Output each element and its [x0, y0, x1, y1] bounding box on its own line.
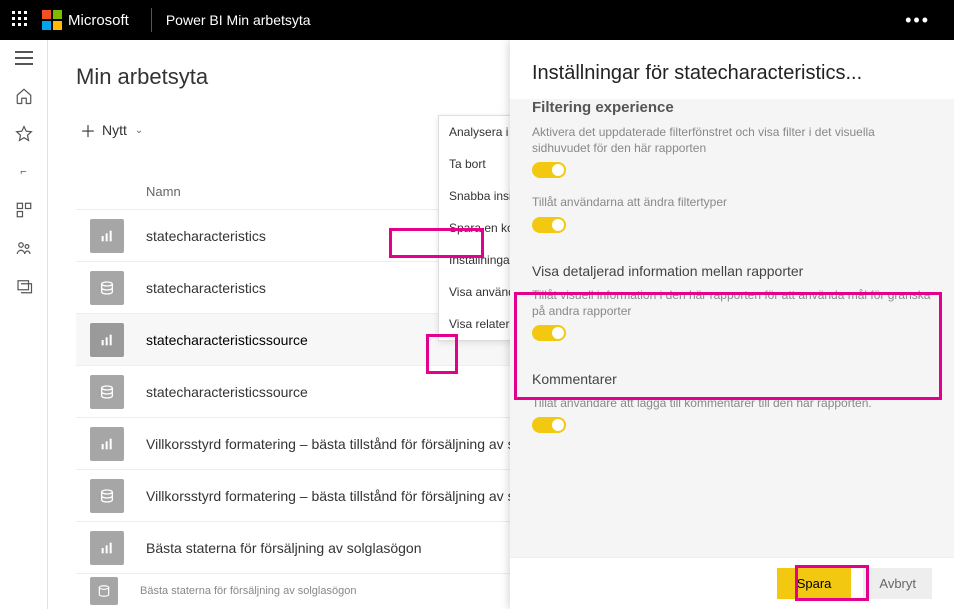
item-name: statecharacteristicssource: [146, 384, 308, 400]
report-icon: [90, 323, 124, 357]
microsoft-icon: [42, 10, 62, 30]
filtering-title: Filtering experience: [532, 99, 674, 116]
item-name: Bästa staterna för försäljning av solgla…: [146, 540, 422, 556]
item-name: statecharacteristicssource: [146, 332, 308, 348]
microsoft-logo: Microsoft: [42, 10, 129, 30]
dataset-icon: [90, 577, 118, 605]
more-icon[interactable]: •••: [889, 10, 946, 31]
cancel-button[interactable]: Avbryt: [863, 568, 932, 599]
panel-title: Inställningar för statecharacteristics..…: [510, 40, 954, 99]
chevron-down-icon: ⌄: [135, 125, 143, 136]
nav-favorites-icon[interactable]: [12, 122, 36, 146]
new-label: Nytt: [102, 122, 127, 138]
report-icon: [90, 531, 124, 565]
plus-icon: ＋: [80, 118, 96, 142]
brand-text: Microsoft: [68, 12, 129, 29]
dataset-icon: [90, 271, 124, 305]
item-name: statecharacteristics: [146, 228, 266, 244]
allow-filter-types-toggle[interactable]: [532, 217, 566, 233]
item-name: Bästa staterna för försäljning av solgla…: [140, 585, 356, 597]
dataset-icon: [90, 375, 124, 409]
nav-shared-icon[interactable]: [12, 236, 36, 260]
allow-filter-types-label: Tillåt användarna att ändra filtertyper: [532, 194, 932, 210]
app-launcher-icon[interactable]: [12, 11, 30, 29]
left-nav: ⌐: [0, 40, 48, 609]
comments-title: Kommentarer: [532, 371, 932, 387]
comments-toggle[interactable]: [532, 417, 566, 433]
filtering-desc: Aktivera det uppdaterade filterfönstret …: [532, 124, 932, 156]
nav-workspaces-icon[interactable]: [12, 274, 36, 298]
nav-hamburger-icon[interactable]: [12, 46, 36, 70]
save-button[interactable]: Spara: [777, 568, 852, 599]
filtering-toggle[interactable]: [532, 162, 566, 178]
dataset-icon: [90, 479, 124, 513]
new-button[interactable]: ＋ Nytt ⌄: [76, 112, 147, 148]
cross-report-title: Visa detaljerad information mellan rappo…: [532, 263, 932, 279]
nav-recent-icon[interactable]: ⌐: [12, 160, 36, 184]
cross-report-toggle[interactable]: [532, 325, 566, 341]
report-icon: [90, 427, 124, 461]
panel-footer: Spara Avbryt: [510, 557, 954, 609]
nav-home-icon[interactable]: [12, 84, 36, 108]
nav-apps-icon[interactable]: [12, 198, 36, 222]
product-title: Power BI Min arbetsyta: [166, 12, 311, 28]
settings-panel: Inställningar för statecharacteristics..…: [510, 40, 954, 609]
cross-report-desc: Tillåt visuell information i den här rap…: [532, 287, 932, 319]
top-bar: Microsoft Power BI Min arbetsyta •••: [0, 0, 954, 40]
divider: [151, 8, 152, 32]
comments-desc: Tillåt användare att lägga till kommenta…: [532, 395, 932, 411]
report-icon: [90, 219, 124, 253]
item-name: statecharacteristics: [146, 280, 266, 296]
